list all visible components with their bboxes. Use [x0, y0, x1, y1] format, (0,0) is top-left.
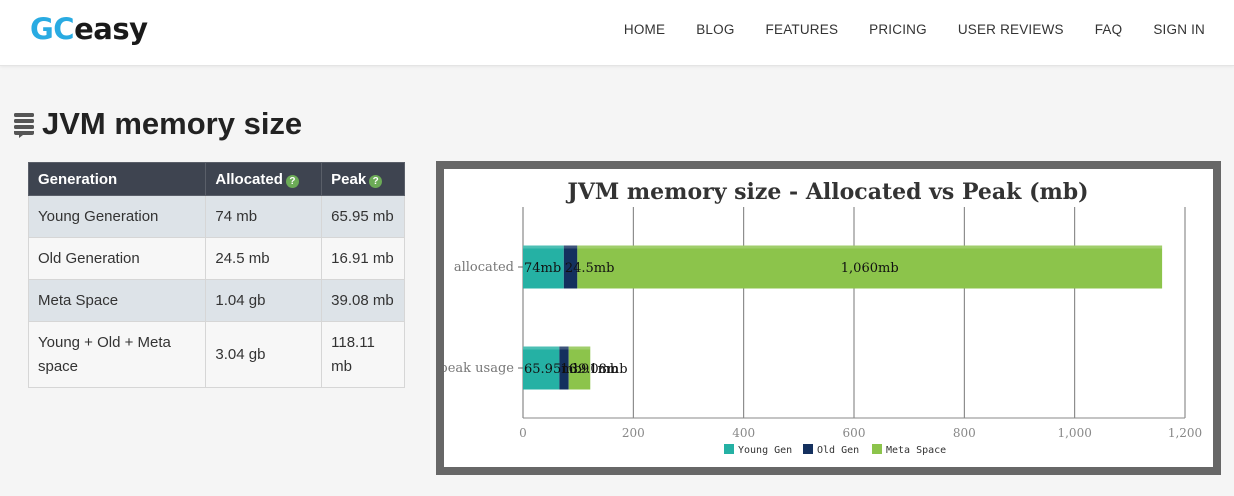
bar-highlight — [523, 346, 560, 350]
bar-highlight — [563, 245, 578, 249]
col-generation: Generation — [27, 162, 207, 196]
legend-swatch — [872, 444, 882, 454]
legend-label: Old Gen — [817, 445, 859, 456]
bar-highlight — [559, 346, 569, 350]
y-category-label: allocated — [454, 260, 514, 275]
question-icon[interactable]: ? — [369, 174, 383, 188]
col-allocated: Allocated? — [205, 162, 323, 196]
gceasy-logo[interactable]: GCeasy — [30, 12, 148, 46]
bar-highlight — [577, 245, 1163, 249]
allocated-cell: 3.04 gb — [205, 321, 323, 388]
x-tick-label: 1,200 — [1168, 426, 1202, 440]
legend-label: Young Gen — [738, 445, 792, 456]
table-row: Young + Old + Meta space 3.04 gb 118.11 … — [27, 321, 405, 388]
nav-user-reviews[interactable]: USER REVIEWS — [958, 22, 1064, 37]
generation-cell: Old Generation — [27, 237, 207, 280]
table-header-row: Generation Allocated? Peak? — [27, 162, 405, 196]
data-label: 39.08mb — [570, 362, 628, 377]
bar-highlight — [523, 245, 564, 249]
data-label: 24.5mb — [565, 261, 615, 276]
top-header: GCeasy HOME BLOG FEATURES PRICING USER R… — [0, 0, 1234, 66]
table-row: Old Generation 24.5 mb 16.91 mb — [27, 237, 405, 280]
table-row: Young Generation 74 mb 65.95 mb — [27, 195, 405, 238]
question-icon[interactable]: ? — [285, 174, 299, 188]
nav-sign-in[interactable]: SIGN IN — [1153, 22, 1205, 37]
data-label: 1,060mb — [841, 261, 899, 276]
legend-swatch — [724, 444, 734, 454]
nav-home[interactable]: HOME — [624, 22, 665, 37]
memory-size-table: Generation Allocated? Peak? Young Genera… — [27, 162, 405, 388]
section-heading: JVM memory size — [12, 106, 302, 142]
nav-features[interactable]: FEATURES — [766, 22, 839, 37]
legend-label: Meta Space — [886, 445, 946, 456]
memory-chart: JVM memory size - Allocated vs Peak (mb)… — [444, 169, 1213, 467]
generation-cell: Meta Space — [27, 279, 207, 322]
main-nav: HOME BLOG FEATURES PRICING USER REVIEWS … — [593, 22, 1205, 37]
generation-cell: Young Generation — [27, 195, 207, 238]
x-tick-label: 800 — [953, 426, 976, 440]
allocated-cell: 24.5 mb — [205, 237, 323, 280]
chart-title: JVM memory size - Allocated vs Peak (mb) — [565, 179, 1088, 205]
bar-highlight — [568, 346, 591, 350]
x-tick-label: 200 — [622, 426, 645, 440]
peak-cell: 65.95 mb — [321, 195, 405, 238]
peak-cell: 39.08 mb — [321, 279, 405, 322]
legend-swatch — [803, 444, 813, 454]
server-stack-icon — [14, 113, 34, 138]
table-row: Meta Space 1.04 gb 39.08 mb — [27, 279, 405, 322]
memory-chart-svg: JVM memory size - Allocated vs Peak (mb)… — [444, 179, 1202, 456]
data-label: 74mb — [524, 261, 561, 276]
page-title: JVM memory size — [42, 106, 303, 141]
x-tick-label: 0 — [519, 426, 527, 440]
x-tick-label: 400 — [732, 426, 755, 440]
peak-cell: 16.91 mb — [321, 237, 405, 280]
nav-faq[interactable]: FAQ — [1095, 22, 1123, 37]
x-tick-label: 600 — [843, 426, 866, 440]
nav-pricing[interactable]: PRICING — [869, 22, 927, 37]
col-peak: Peak? — [321, 162, 405, 196]
allocated-cell: 74 mb — [205, 195, 323, 238]
allocated-cell: 1.04 gb — [205, 279, 323, 322]
y-category-label: peak usage — [444, 361, 514, 376]
nav-blog[interactable]: BLOG — [696, 22, 734, 37]
x-tick-label: 1,000 — [1057, 426, 1091, 440]
generation-cell: Young + Old + Meta space — [27, 321, 207, 388]
chart-frame: JVM memory size - Allocated vs Peak (mb)… — [436, 161, 1221, 475]
peak-cell: 118.11 mb — [321, 321, 405, 388]
